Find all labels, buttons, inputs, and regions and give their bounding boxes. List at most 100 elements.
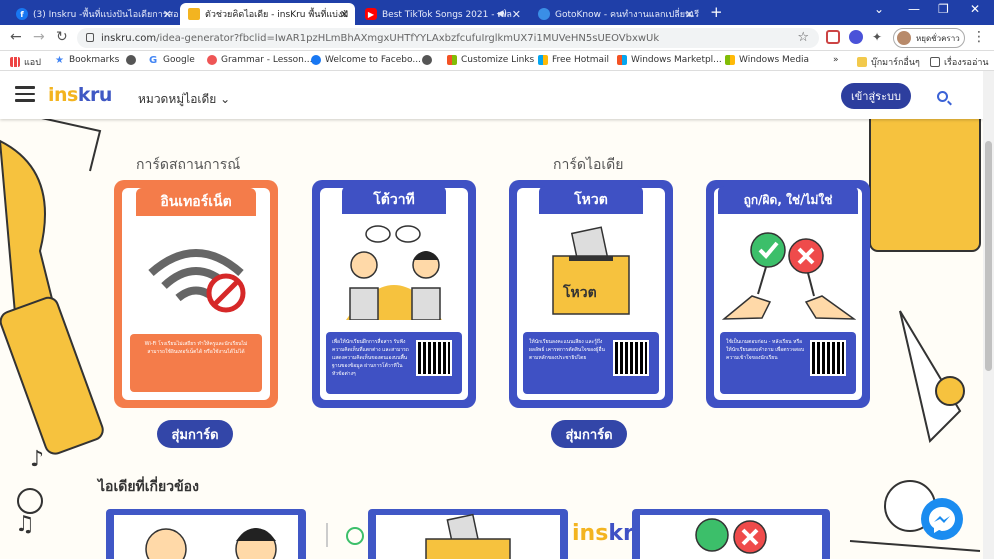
tab-search-icon[interactable]: ⌄ — [874, 2, 884, 16]
logo-part-ins: ins — [48, 84, 78, 106]
category-menu-label: หมวดหมู่ไอเดีย — [138, 92, 217, 106]
bookmark-apps[interactable]: แอป — [10, 55, 41, 69]
bookmark-label: Google — [163, 55, 195, 65]
folder-icon — [857, 57, 867, 67]
menu-dots-icon[interactable]: ⋮ — [972, 29, 986, 45]
card-description: ให้นักเรียนลงคะแนนเสียง และรู้ถึงผลลัพธ์… — [523, 332, 659, 394]
scrollbar-thumb[interactable] — [985, 141, 992, 371]
apps-icon — [10, 57, 20, 67]
tab-tiktok-songs[interactable]: ▶ Best TikTok Songs 2021 - เพล ◀) ✕ — [357, 3, 527, 25]
close-icon[interactable]: ✕ — [163, 8, 172, 21]
card-title: ถูก/ผิด, ใช่/ไม่ใช่ — [718, 186, 858, 214]
bookmark-item[interactable]: Welcome to Facebo... — [311, 55, 421, 65]
hamburger-icon[interactable] — [15, 86, 35, 102]
tab-title: (3) Inskru -พื้นที่แบ่งปันไอเดียการสอน — [33, 10, 178, 20]
bookmark-item[interactable]: Windows Marketpl... — [617, 55, 722, 65]
situation-card-title: การ์ดสถานการณ์ — [136, 157, 241, 173]
logo-part-kru: kru — [77, 84, 113, 106]
star-icon: ★ — [55, 55, 64, 66]
maximize-icon[interactable]: ❐ — [938, 2, 949, 16]
inskru-logo[interactable]: inskru — [48, 84, 112, 106]
star-icon[interactable]: ☆ — [797, 30, 809, 45]
bookmark-item[interactable] — [126, 55, 140, 65]
facebook-icon: f — [16, 8, 28, 20]
close-icon[interactable]: ✕ — [685, 8, 694, 21]
related-idea-card[interactable] — [106, 509, 306, 559]
idea-card[interactable]: ถูก/ผิด, ใช่/ไม่ใช่ ใช้เป็นเกมตอบก่อน - … — [706, 180, 870, 408]
bookmark-label: Grammar - Lesson... — [221, 55, 313, 65]
url-host: inskru.com — [101, 32, 157, 44]
puzzle-icon[interactable]: ✦ — [872, 30, 886, 44]
bookmark-item[interactable] — [422, 55, 436, 65]
card-description: Wi-Fi โรงเรียนไม่เสถียร ทำให้ครูและนักเร… — [130, 334, 262, 392]
youtube-icon: ▶ — [365, 8, 377, 20]
close-icon[interactable]: ✕ — [512, 8, 521, 21]
divider — [326, 523, 328, 547]
more-bookmarks[interactable]: » — [833, 55, 839, 65]
reading-list[interactable]: เรื่องรออ่าน — [930, 55, 989, 69]
related-idea-card[interactable] — [632, 509, 830, 559]
bookmark-item[interactable]: Free Hotmail — [538, 55, 609, 65]
card-description: ใช้เป็นเกมตอบก่อน - หลังเรียน หรือ ให้นั… — [720, 332, 856, 394]
tab-gotoknow[interactable]: GotoKnow - คนทำงานแลกเปลี่ยนเรี ✕ — [530, 3, 700, 25]
bookmark-label: Windows Marketpl... — [631, 55, 722, 65]
bookmark-label: Free Hotmail — [552, 55, 610, 65]
new-tab-button[interactable]: + — [710, 3, 723, 21]
windows-icon — [447, 55, 457, 65]
tab-title: GotoKnow - คนทำงานแลกเปลี่ยนเรี — [555, 10, 700, 20]
related-idea-card[interactable] — [368, 509, 568, 559]
facebook-icon — [311, 55, 321, 65]
debate-thumbnail-icon — [114, 515, 298, 559]
card-description-text: ให้นักเรียนลงคะแนนเสียง และรู้ถึงผลลัพธ์… — [529, 339, 605, 361]
close-icon[interactable]: ✕ — [340, 8, 349, 21]
speaker-icon[interactable]: ◀) — [497, 9, 507, 19]
toolbar: ← → ↻ inskru.com/idea-generator?fbclid=I… — [0, 25, 994, 51]
extension-icon[interactable] — [826, 30, 840, 44]
tab-inskru-facebook[interactable]: f (3) Inskru -พื้นที่แบ่งปันไอเดียการสอน… — [8, 3, 178, 25]
forward-icon[interactable]: → — [33, 29, 45, 45]
bookmark-label: Windows Media — [739, 55, 810, 65]
chevron-down-icon: ⌄ — [220, 92, 231, 106]
messenger-icon[interactable] — [921, 498, 963, 540]
back-icon[interactable]: ← — [10, 29, 22, 45]
card-description-text: เพื่อให้นักเรียนฝึกการสื่อสาร รับฟังความ… — [332, 339, 409, 377]
minimize-icon[interactable]: — — [908, 2, 920, 16]
ballot-box-label: โหวต — [563, 285, 597, 301]
search-icon[interactable] — [937, 91, 948, 102]
bookmark-item[interactable]: G Google — [149, 55, 195, 66]
idea-card[interactable]: โต้วาที เพื่อให้นักเรียนฝึกการสื่อสาร รั… — [312, 180, 476, 408]
windows-icon — [617, 55, 627, 65]
avatar — [897, 31, 911, 45]
reading-list-icon — [930, 57, 940, 67]
bookmark-folder[interactable]: บุ๊กมาร์กอื่นๆ — [857, 55, 920, 69]
tab-title: ตัวช่วยคิดไอเดีย - insKru พื้นที่แบ่งปั — [205, 10, 348, 20]
wifi-off-icon — [148, 249, 246, 313]
globe-icon — [538, 8, 550, 20]
qr-code-icon — [810, 340, 846, 376]
idea-card[interactable]: โหวต โหวต ให้นักเรียนลงคะแนนเสียง และรู้… — [509, 180, 673, 408]
logo-part-ins: ins — [572, 521, 609, 546]
tab-idea-generator[interactable]: ตัวช่วยคิดไอเดีย - insKru พื้นที่แบ่งปั … — [180, 3, 355, 25]
related-ideas-heading: ไอเดียที่เกี่ยวข้อง — [98, 479, 199, 495]
address-bar[interactable]: inskru.com/idea-generator?fbclid=IwAR1pz… — [77, 28, 819, 48]
qr-code-icon — [613, 340, 649, 376]
page-scrollbar[interactable] — [983, 71, 994, 559]
reload-icon[interactable]: ↻ — [56, 29, 68, 45]
category-menu[interactable]: หมวดหมู่ไอเดีย ⌄ — [138, 90, 230, 109]
svg-text:♪: ♪ — [30, 447, 44, 472]
bookmark-item[interactable]: Customize Links — [447, 55, 534, 65]
situation-card[interactable]: อินเทอร์เน็ต Wi-Fi โรงเรียนไม่เสถียร ทำใ… — [114, 180, 278, 408]
eco-badge-icon — [346, 527, 364, 545]
window-close-icon[interactable]: ✕ — [970, 2, 980, 16]
svg-text:♫: ♫ — [15, 512, 35, 537]
random-idea-button[interactable]: สุ่มการ์ด — [551, 420, 627, 448]
bookmark-item[interactable]: Grammar - Lesson... — [207, 55, 312, 65]
bookmark-item[interactable]: ★ Bookmarks — [55, 55, 119, 66]
bookmark-item[interactable]: Windows Media — [725, 55, 809, 65]
random-situation-button[interactable]: สุ่มการ์ด — [157, 420, 233, 448]
login-button[interactable]: เข้าสู่ระบบ — [841, 83, 911, 109]
bookmark-label: Welcome to Facebo... — [325, 55, 421, 65]
profile-button[interactable]: หยุดชั่วคราว — [893, 28, 965, 48]
windows-icon — [725, 55, 735, 65]
extension-icon[interactable] — [849, 30, 863, 44]
